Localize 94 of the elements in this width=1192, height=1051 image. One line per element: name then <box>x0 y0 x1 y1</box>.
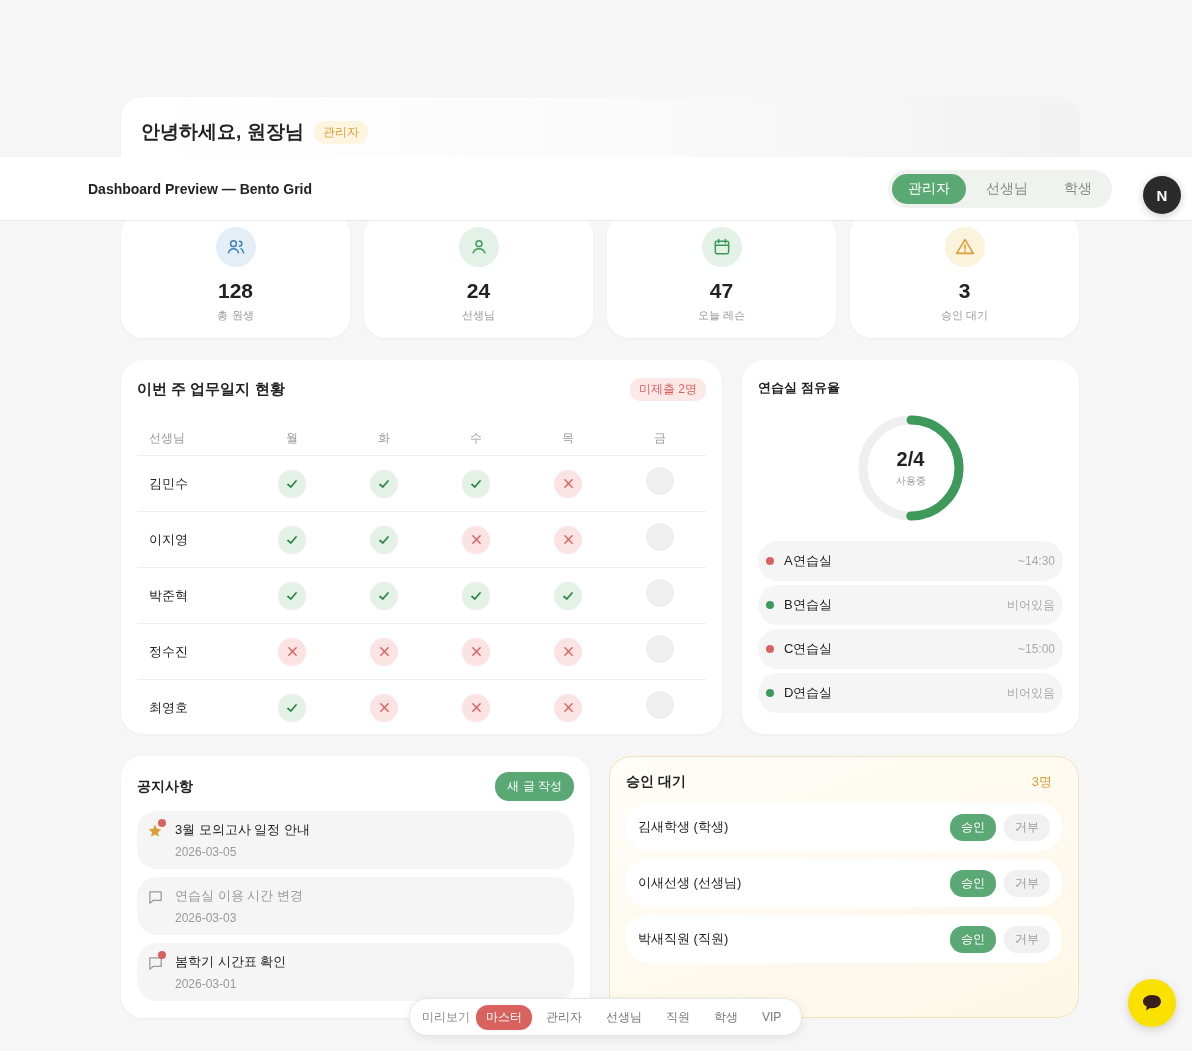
notice-item[interactable]: 봄학기 시간표 확인 2026-03-01 <box>137 943 574 1001</box>
cross-icon <box>470 534 482 545</box>
role-tab[interactable]: 직원 <box>656 1004 700 1030</box>
role-tab[interactable]: 선생님 <box>596 1004 652 1030</box>
room-name: D연습실 <box>784 684 834 702</box>
check-icon <box>378 533 390 546</box>
card-title: 연습실 점유율 <box>758 380 840 395</box>
stat-label: 오늘 레슨 <box>697 308 746 323</box>
notice-date: 2026-03-05 <box>175 845 238 859</box>
role-tab[interactable]: 마스터 <box>476 1004 532 1030</box>
notice-date: 2026-03-01 <box>175 977 238 991</box>
stat-value: 3 <box>958 279 971 303</box>
page-title: Dashboard Preview — Bento Grid <box>88 180 314 197</box>
gauge-caption: 사용중 <box>895 474 926 488</box>
check-icon <box>286 701 298 714</box>
cross-icon <box>562 478 574 489</box>
comment-icon <box>147 955 164 972</box>
cross-icon <box>378 702 390 713</box>
card-title: 공지사항 <box>137 777 193 796</box>
new-post-button[interactable]: 새 글 작성 <box>495 772 574 801</box>
column-header: 수 <box>470 430 482 445</box>
check-icon <box>562 589 574 602</box>
stat-value: 24 <box>466 279 491 303</box>
greeting-title: 안녕하세요, 원장님 <box>141 120 304 144</box>
teacher-name: 이지영 <box>149 531 188 547</box>
reject-button[interactable]: 거부 <box>1004 813 1050 841</box>
reject-button[interactable]: 거부 <box>1004 869 1050 897</box>
cross-icon <box>470 646 482 657</box>
applicant-name: 김새학생 (학생) <box>638 818 730 836</box>
reject-button[interactable]: 거부 <box>1004 925 1050 953</box>
role-tab[interactable]: VIP <box>752 1006 792 1028</box>
column-header: 월 <box>286 430 298 445</box>
teacher-name: 박준혁 <box>149 587 188 603</box>
cross-icon <box>286 646 298 657</box>
approve-button[interactable]: 승인 <box>950 813 996 841</box>
approve-button[interactable]: 승인 <box>950 925 996 953</box>
chat-bubble-icon <box>1141 993 1163 1013</box>
check-icon <box>378 589 390 602</box>
pending-count: 3명 <box>1031 773 1052 791</box>
teacher-name: 최영호 <box>149 699 188 715</box>
role-tab[interactable]: 관리자 <box>536 1004 592 1030</box>
room-name: A연습실 <box>784 552 833 570</box>
teacher-name: 김민수 <box>149 475 188 491</box>
applicant-name: 박새직원 (직원) <box>638 930 730 948</box>
star-icon <box>147 823 163 839</box>
check-icon <box>286 589 298 602</box>
stat-value: 128 <box>217 279 253 303</box>
check-icon <box>470 477 482 490</box>
cross-icon <box>562 534 574 545</box>
chat-button[interactable] <box>1128 979 1176 1027</box>
notice-date: 2026-03-03 <box>175 911 238 925</box>
column-header: 화 <box>378 430 390 445</box>
notice-title: 3월 모의고사 일정 안내 <box>175 821 311 839</box>
notice-title: 봄학기 시간표 확인 <box>175 953 287 971</box>
room-status: ~14:30 <box>1017 554 1055 568</box>
role-badge: 관리자 <box>313 120 368 144</box>
stat-label: 승인 대기 <box>940 308 989 323</box>
room-status: ~15:00 <box>1017 642 1055 656</box>
status-badge: 미제출 2명 <box>630 378 706 401</box>
stat-label: 선생님 <box>462 308 495 323</box>
role-tab[interactable]: 관리자 <box>892 173 966 204</box>
room-status: 비어있음 <box>1007 684 1055 702</box>
stat-value: 47 <box>709 279 734 303</box>
card-title: 승인 대기 <box>626 773 686 791</box>
card-title: 이번 주 업무일지 현황 <box>137 380 285 399</box>
column-header: 금 <box>654 430 666 445</box>
role-tab[interactable]: 학생 <box>704 1004 748 1030</box>
room-name: B연습실 <box>784 596 833 614</box>
cross-icon <box>562 646 574 657</box>
teacher-name: 정수진 <box>149 643 188 659</box>
cross-icon <box>562 702 574 713</box>
preview-label: 미리보기 <box>422 1008 470 1026</box>
room-name: C연습실 <box>784 640 834 658</box>
notice-item[interactable]: 연습실 이용 시간 변경 2026-03-03 <box>137 877 574 935</box>
column-header: 선생님 <box>149 430 185 445</box>
column-header: 목 <box>562 430 574 445</box>
notice-title: 연습실 이용 시간 변경 <box>175 887 303 905</box>
check-icon <box>378 477 390 490</box>
gauge-value: 2/4 <box>896 448 925 471</box>
approve-button[interactable]: 승인 <box>950 869 996 897</box>
cross-icon <box>470 702 482 713</box>
stat-label: 총 원생 <box>217 308 254 323</box>
cross-icon <box>378 646 390 657</box>
room-status: 비어있음 <box>1007 596 1055 614</box>
users-icon <box>225 237 246 257</box>
user-avatar[interactable]: N <box>1143 176 1181 214</box>
applicant-name: 이새선생 (선생님) <box>638 874 743 892</box>
role-tab[interactable]: 학생 <box>1048 173 1108 204</box>
check-icon <box>470 589 482 602</box>
check-icon <box>286 477 298 490</box>
notice-item[interactable]: 3월 모의고사 일정 안내 2026-03-05 <box>137 811 574 869</box>
comment-icon <box>147 889 164 906</box>
role-tab[interactable]: 선생님 <box>970 173 1044 204</box>
check-icon <box>286 533 298 546</box>
